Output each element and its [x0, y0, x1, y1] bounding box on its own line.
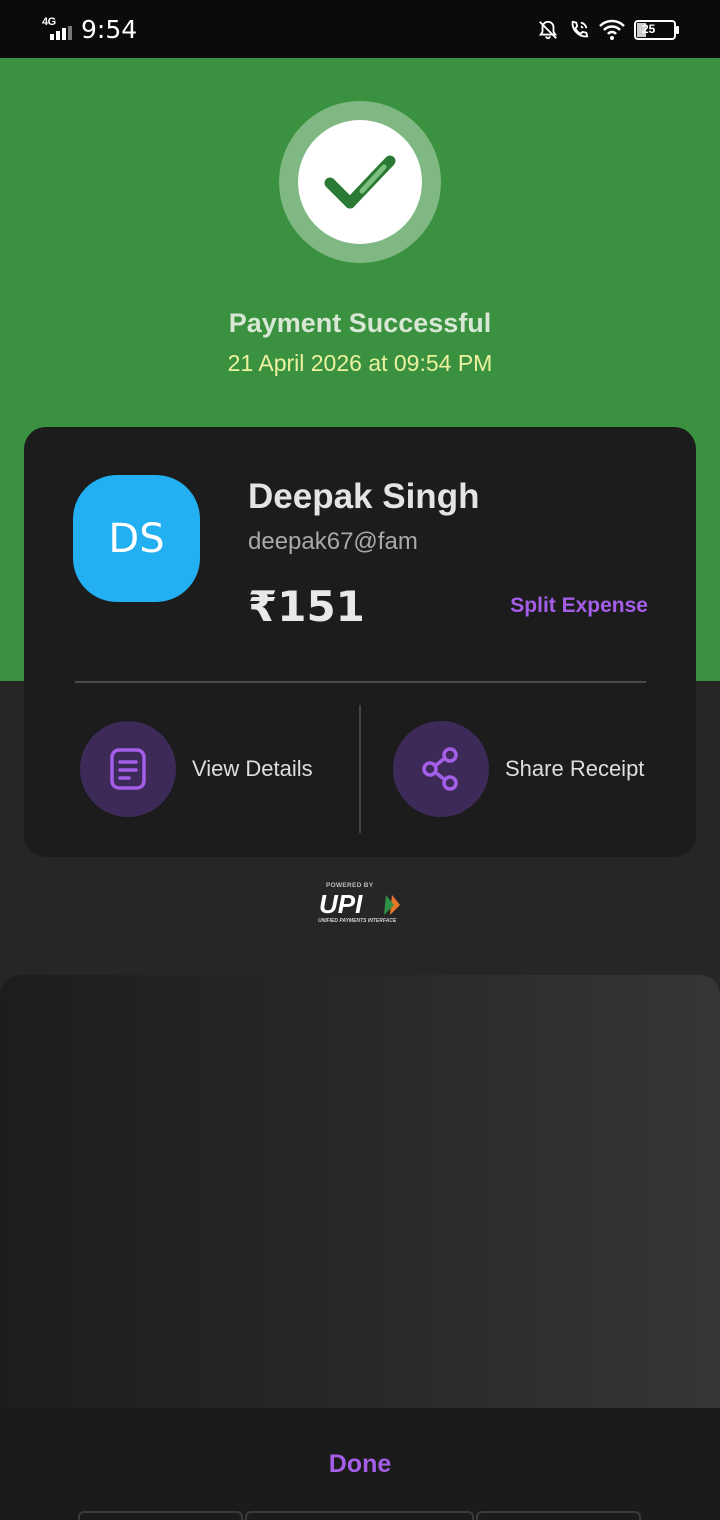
- view-details-icon-wrap: [80, 721, 176, 817]
- payment-success-screen: 4G 9:54 25 Payment Successful 21 April 2…: [0, 0, 720, 1520]
- share-receipt-label: Share Receipt: [505, 756, 645, 781]
- payee-name: Deepak Singh: [248, 477, 480, 516]
- upi-wordmark: UPI: [319, 889, 363, 919]
- avatar-initials: DS: [108, 515, 165, 562]
- status-bar: 4G 9:54 25: [0, 0, 720, 58]
- signal-bars-icon: [50, 26, 72, 40]
- done-button[interactable]: Done: [240, 1434, 480, 1494]
- payee-upi-id: deepak67@fam: [248, 528, 418, 555]
- actions-divider: [359, 705, 361, 833]
- upi-logo: POWERED BY UPI UNIFIED PAYMENTS INTERFAC…: [318, 882, 400, 924]
- status-left: 4G 9:54: [42, 14, 137, 44]
- card-divider: [75, 681, 646, 683]
- success-title: Payment Successful: [228, 308, 492, 338]
- success-datetime: 21 April 2026 at 09:54 PM: [227, 350, 493, 376]
- checkmark-icon: [324, 155, 396, 209]
- battery-indicator: 25: [634, 20, 680, 40]
- success-badge: [279, 101, 441, 263]
- status-right: 25: [537, 17, 680, 43]
- upi-subtitle: UNIFIED PAYMENTS INTERFACE: [318, 918, 397, 924]
- battery-level: 25: [642, 22, 656, 36]
- avatar: DS: [73, 475, 200, 602]
- success-badge-inner: [298, 120, 422, 244]
- network-indicator: 4G: [42, 16, 76, 42]
- view-details-button[interactable]: View Details: [80, 721, 313, 817]
- status-time: 9:54: [81, 14, 138, 44]
- share-receipt-icon-wrap: [393, 721, 489, 817]
- wifi-icon: [599, 19, 625, 40]
- upi-powered-by: POWERED BY: [326, 882, 374, 889]
- nav-hint-right: [476, 1511, 641, 1520]
- nav-hint-center: [245, 1511, 474, 1520]
- nav-hint-left: [78, 1511, 243, 1520]
- payment-card: DS Deepak Singh deepak67@fam ₹151 Split …: [24, 427, 696, 857]
- share-icon: [422, 747, 458, 791]
- bell-muted-icon: [538, 20, 558, 40]
- share-receipt-button[interactable]: Share Receipt: [393, 721, 644, 817]
- split-expense-link[interactable]: Split Expense: [510, 594, 648, 618]
- document-icon: [110, 748, 146, 790]
- wifi-call-icon: [571, 20, 589, 38]
- bottom-bar: Done: [0, 1408, 720, 1520]
- view-details-label: View Details: [192, 756, 313, 781]
- content-placeholder-panel: [0, 975, 720, 1420]
- payment-amount: ₹151: [248, 582, 365, 631]
